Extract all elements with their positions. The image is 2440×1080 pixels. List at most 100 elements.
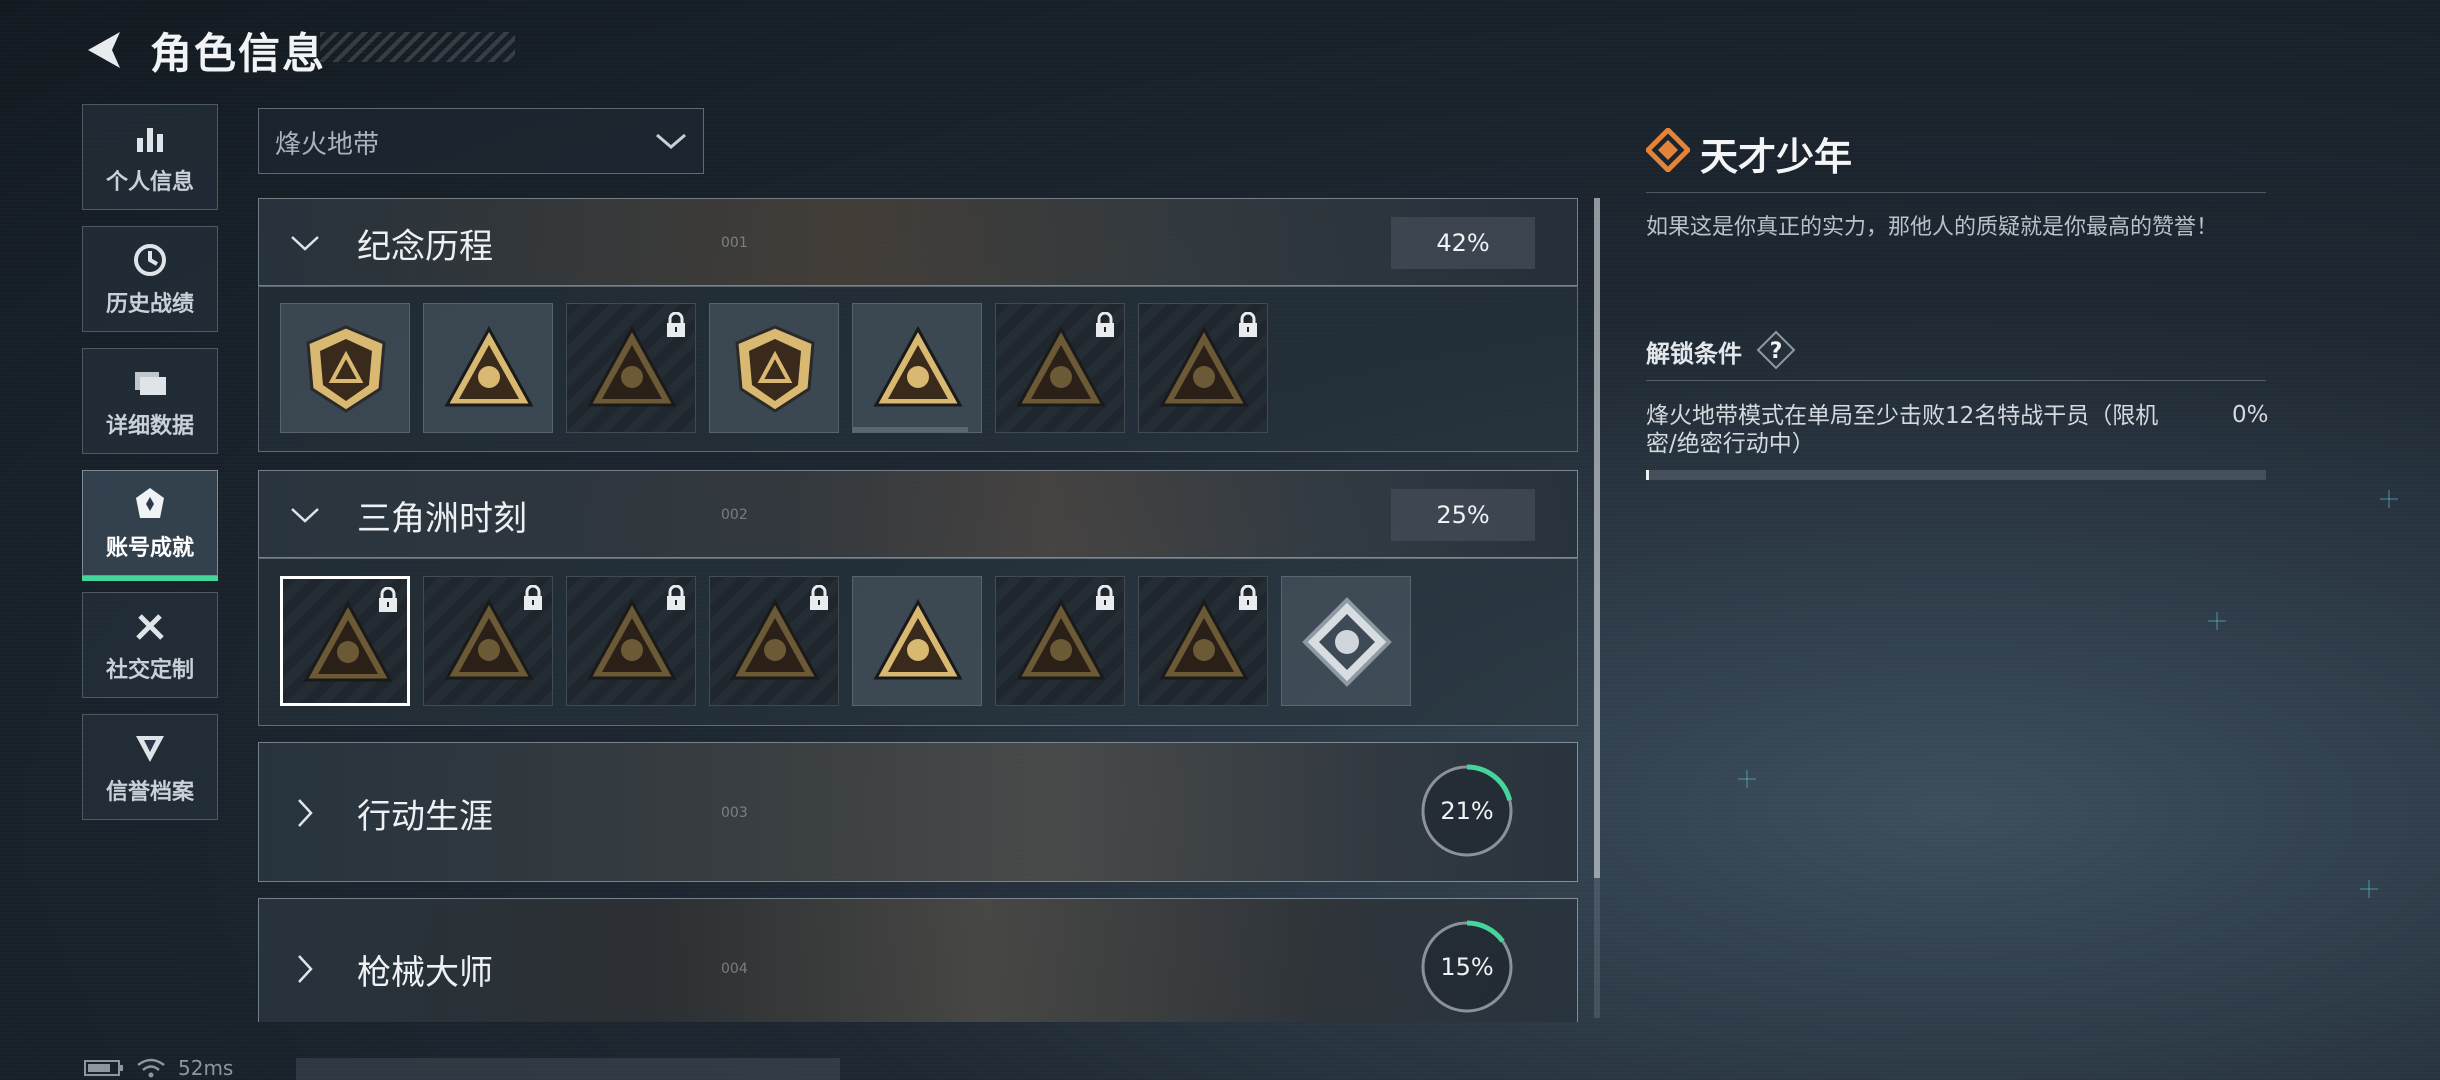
credit-shield-icon (136, 736, 164, 762)
achievement-badge[interactable] (852, 303, 982, 433)
chevron-down-icon (656, 133, 686, 149)
achievement-badge[interactable] (1281, 576, 1411, 706)
nav-label: 历史战绩 (105, 292, 194, 317)
chevron-right-icon (298, 799, 313, 827)
achievement-badge[interactable] (423, 303, 553, 433)
badge-emblem-icon (873, 325, 963, 407)
chevron-down-icon (291, 508, 319, 523)
chevron-right-icon (298, 955, 313, 983)
ping-text: 52ms (178, 1056, 234, 1080)
nav-personal-info[interactable]: 个人信息 (82, 104, 218, 210)
category-name: 三角洲时刻 (357, 499, 527, 539)
nav-detail-data[interactable]: 详细数据 (82, 348, 218, 454)
achievement-description: 如果这是你真正的实力，那他人的质疑就是你最高的赞誉！ (1646, 215, 2219, 240)
achievement-badge[interactable] (709, 576, 839, 706)
category-number: 002 (721, 507, 748, 523)
scroll-thumb[interactable] (1594, 198, 1600, 878)
unlock-condition-text: 烽火地带模式在单局至少击败12名特战干员（限机密/绝密行动中） (1646, 403, 2159, 457)
achievement-badge[interactable] (995, 303, 1125, 433)
crosshair-decor (2360, 880, 2378, 898)
category-progress-ring: 15% (1419, 919, 1515, 1015)
lock-icon (524, 585, 542, 610)
badge-emblem-icon (444, 325, 534, 407)
unlock-condition-percent: 0% (2232, 402, 2269, 428)
badge-emblem-icon (306, 325, 386, 413)
category-progress-ring: 21% (1419, 763, 1515, 859)
category-name: 行动生涯 (357, 797, 493, 837)
nav-credit-record[interactable]: 信誉档案 (82, 714, 218, 820)
lock-icon (1239, 585, 1257, 610)
achievement-badge[interactable] (280, 303, 410, 433)
achievement-badge[interactable] (709, 303, 839, 433)
achievement-badge[interactable] (280, 576, 410, 706)
category-number: 004 (721, 961, 748, 977)
achievement-badge[interactable] (1138, 576, 1268, 706)
divider (1646, 380, 2266, 381)
page-title: 角色信息 (150, 29, 327, 78)
badge-emblem-icon (873, 598, 963, 680)
nav-social-custom[interactable]: 社交定制 (82, 592, 218, 698)
badge-emblem-icon (735, 325, 815, 413)
nav-label: 详细数据 (105, 414, 194, 439)
achievement-badge[interactable] (566, 303, 696, 433)
back-button[interactable] (80, 26, 128, 74)
category-name: 枪械大师 (357, 953, 493, 993)
battery-icon (84, 1060, 123, 1076)
lock-icon (379, 587, 397, 612)
category-number: 001 (721, 235, 748, 251)
category-percent: 21% (1440, 797, 1494, 825)
achievement-badge[interactable] (995, 576, 1125, 706)
nav-label: 信誉档案 (105, 780, 194, 805)
divider (1646, 192, 2266, 193)
nav-label: 账号成就 (105, 536, 194, 561)
achievement-diamond-icon (1646, 128, 1690, 172)
category-header-weapon-master[interactable]: 枪械大师 004 15% (258, 898, 1578, 1022)
title-decor-stripe (320, 32, 515, 62)
history-clock-icon (134, 244, 166, 276)
achievement-badge[interactable] (423, 576, 553, 706)
category-header-operation-career[interactable]: 行动生涯 003 21% (258, 742, 1578, 882)
category-header-memorial[interactable]: 纪念历程 001 42% (258, 198, 1578, 286)
nav-history[interactable]: 历史战绩 (82, 226, 218, 332)
nav-achievements[interactable]: 账号成就 (82, 470, 218, 581)
list-scrollbar[interactable] (1594, 198, 1600, 1018)
unlock-condition-label: 解锁条件 (1646, 340, 1742, 368)
tools-icon (136, 614, 164, 640)
category-number: 003 (721, 805, 748, 821)
back-arrow-icon (88, 32, 120, 68)
svg-text:?: ? (1770, 339, 1783, 364)
achievement-title: 天才少年 (1700, 135, 1853, 179)
category-percent: 15% (1440, 953, 1494, 981)
blurred-uid-strip (296, 1058, 840, 1080)
badge-progress-bar (853, 427, 969, 432)
achievement-badge-icon (136, 488, 164, 518)
crosshair-decor (1738, 770, 1756, 788)
lock-icon (1096, 585, 1114, 610)
status-bar: 52ms (84, 1056, 233, 1080)
achievement-badge[interactable] (852, 576, 982, 706)
unlock-condition-progress-fill (1646, 470, 1649, 480)
folder-icon (135, 372, 166, 395)
achievement-badge[interactable] (566, 576, 696, 706)
lock-icon (667, 585, 685, 610)
crosshair-decor (2208, 612, 2226, 630)
achievement-badge[interactable] (1138, 303, 1268, 433)
lock-icon (667, 312, 685, 337)
lock-icon (1239, 312, 1257, 337)
category-percent: 25% (1391, 489, 1535, 541)
category-header-delta-moments[interactable]: 三角洲时刻 002 25% (258, 470, 1578, 558)
bar-chart-icon (137, 128, 163, 152)
nav-label: 社交定制 (105, 658, 194, 683)
unlock-condition-progress-bar (1646, 470, 2266, 480)
crosshair-decor (2380, 490, 2398, 508)
mode-dropdown[interactable]: 烽火地带 (258, 108, 704, 174)
help-question-icon[interactable]: ? (1756, 330, 1796, 370)
badge-emblem-icon (1302, 597, 1392, 687)
wifi-icon (137, 1058, 165, 1078)
category-name: 纪念历程 (357, 227, 493, 267)
lock-icon (1096, 312, 1114, 337)
chevron-down-icon (291, 236, 319, 251)
lock-icon (810, 585, 828, 610)
category-percent: 42% (1391, 217, 1535, 269)
mode-dropdown-value: 烽火地带 (275, 130, 380, 160)
